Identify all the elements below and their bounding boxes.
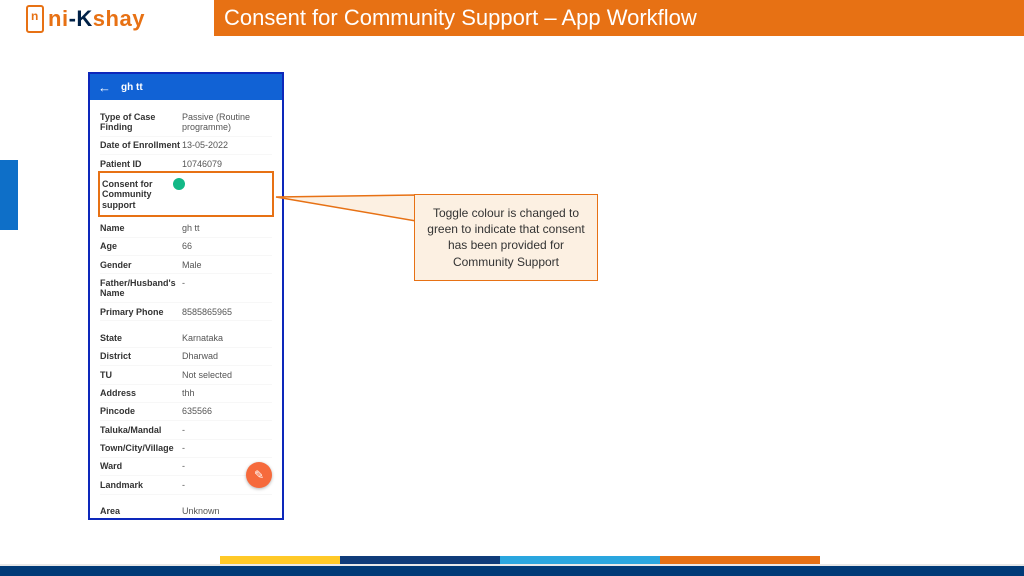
callout-box: Toggle colour is changed to green to ind… — [414, 194, 598, 281]
slide-footer — [0, 556, 1024, 576]
back-arrow-icon[interactable]: ← — [98, 80, 111, 95]
stripe-6 — [820, 556, 1024, 564]
row-tu: TUNot selected — [100, 366, 272, 384]
row-age: Age66 — [100, 238, 272, 256]
consent-highlight-box: Consent for Community support — [98, 171, 274, 217]
stripe-1 — [0, 556, 220, 564]
decorative-side-bar — [0, 160, 18, 230]
logo-text-1: ni — [48, 6, 69, 32]
stripe-2 — [220, 556, 340, 564]
row-address: Addressthh — [100, 385, 272, 403]
row-district: DistrictDharwad — [100, 348, 272, 366]
footer-base-bar — [0, 564, 1024, 576]
callout-text: Toggle colour is changed to green to ind… — [427, 206, 584, 269]
callout-connector — [276, 195, 416, 223]
row-consent: Consent for Community support — [102, 175, 270, 213]
row-gender: GenderMale — [100, 256, 272, 274]
appbar-title: gh tt — [121, 82, 143, 93]
row-type-of-case: Type of Case FindingPassive (Routine pro… — [100, 108, 272, 137]
phone-icon — [26, 5, 44, 33]
logo-text-2: -K — [69, 6, 93, 32]
row-name: Namegh tt — [100, 219, 272, 237]
edit-fab-button[interactable]: ✎ — [246, 462, 272, 488]
toggle-knob-icon — [173, 178, 185, 190]
row-pincode: Pincode635566 — [100, 403, 272, 421]
nikshay-logo: ni -K shay — [26, 4, 145, 34]
logo-text-3: shay — [93, 6, 145, 32]
row-state: StateKarnataka — [100, 329, 272, 347]
pencil-icon: ✎ — [254, 468, 264, 482]
row-primary-phone: Primary Phone8585865965 — [100, 303, 272, 321]
row-father-husband: Father/Husband's Name- — [100, 274, 272, 303]
stripe-3 — [340, 556, 500, 564]
slide-title: Consent for Community Support – App Work… — [214, 0, 1024, 36]
mobile-screenshot: ← gh tt Type of Case FindingPassive (Rou… — [88, 72, 284, 520]
footer-accent-stripes — [0, 556, 1024, 564]
patient-detail-panel: Type of Case FindingPassive (Routine pro… — [90, 100, 282, 520]
stripe-5 — [660, 556, 820, 564]
stripe-4 — [500, 556, 660, 564]
row-area: AreaUnknown — [100, 503, 272, 520]
row-date-enrollment: Date of Enrollment13-05-2022 — [100, 137, 272, 155]
mobile-appbar: ← gh tt — [90, 74, 282, 100]
slide-header: ni -K shay Consent for Community Support… — [0, 0, 1024, 36]
row-taluka: Taluka/Mandal- — [100, 421, 272, 439]
row-town: Town/City/Village- — [100, 440, 272, 458]
